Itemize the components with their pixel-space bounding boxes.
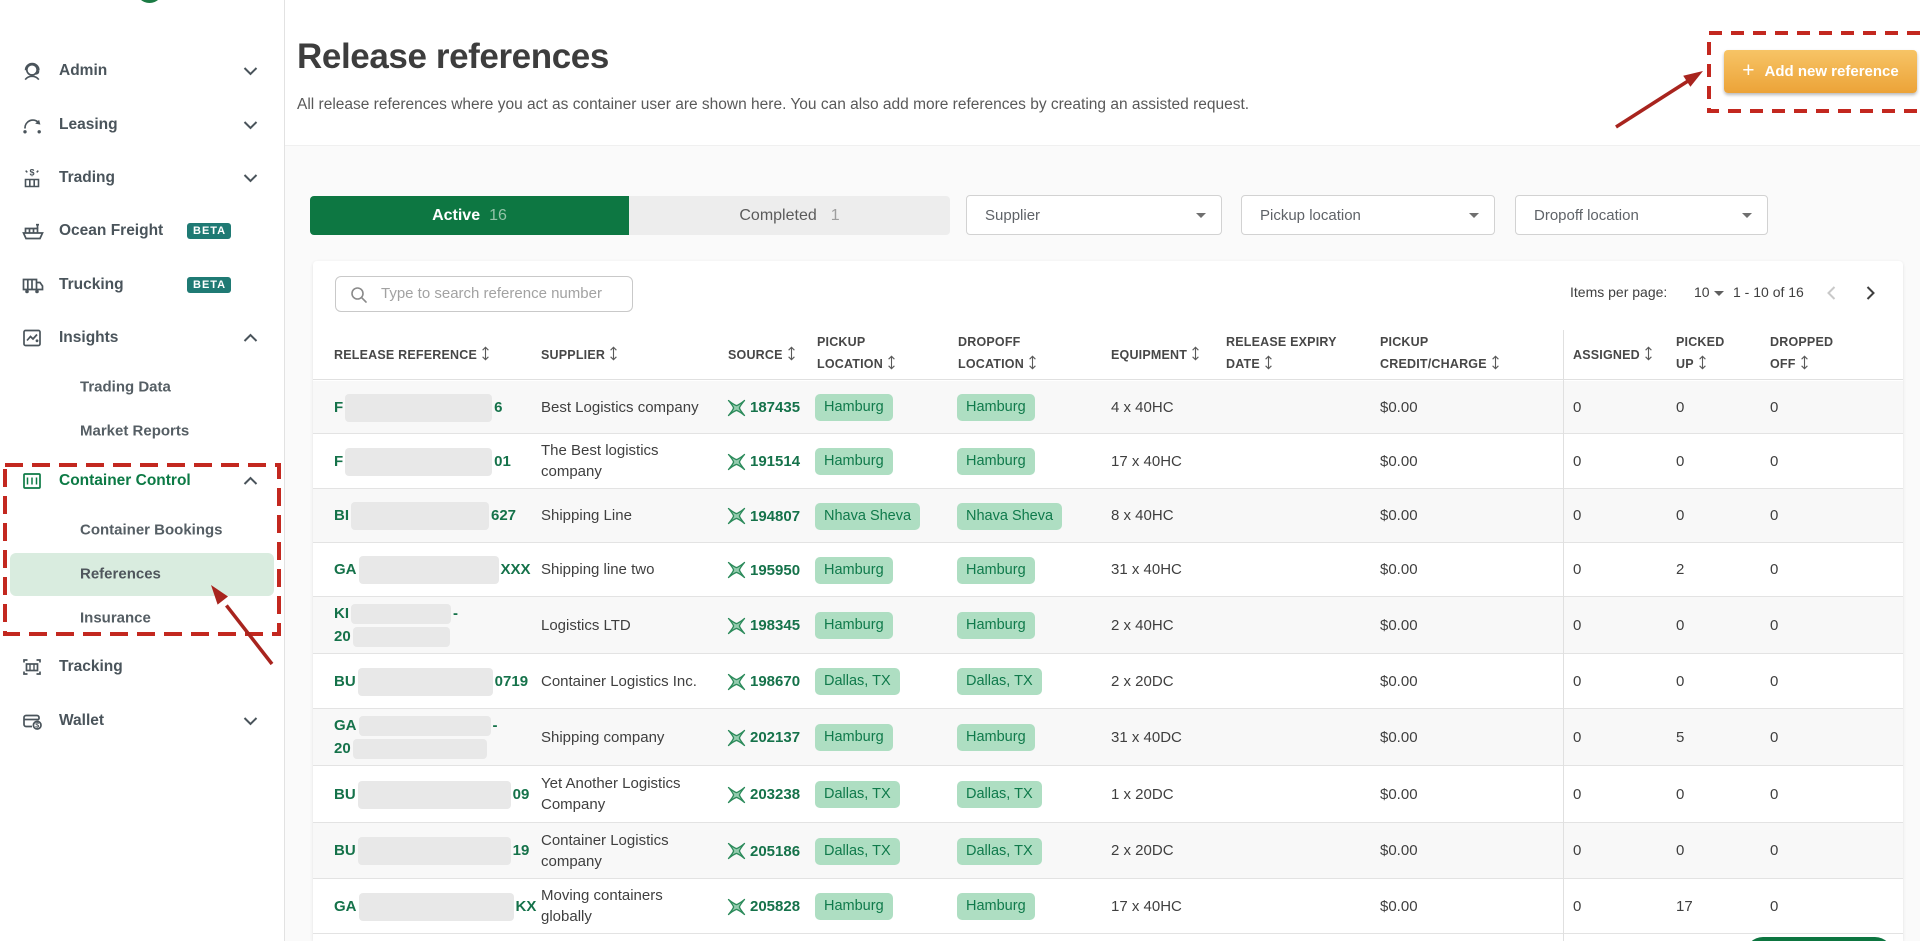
svg-text:$: $ <box>35 723 39 730</box>
svg-text:$: $ <box>29 167 34 177</box>
